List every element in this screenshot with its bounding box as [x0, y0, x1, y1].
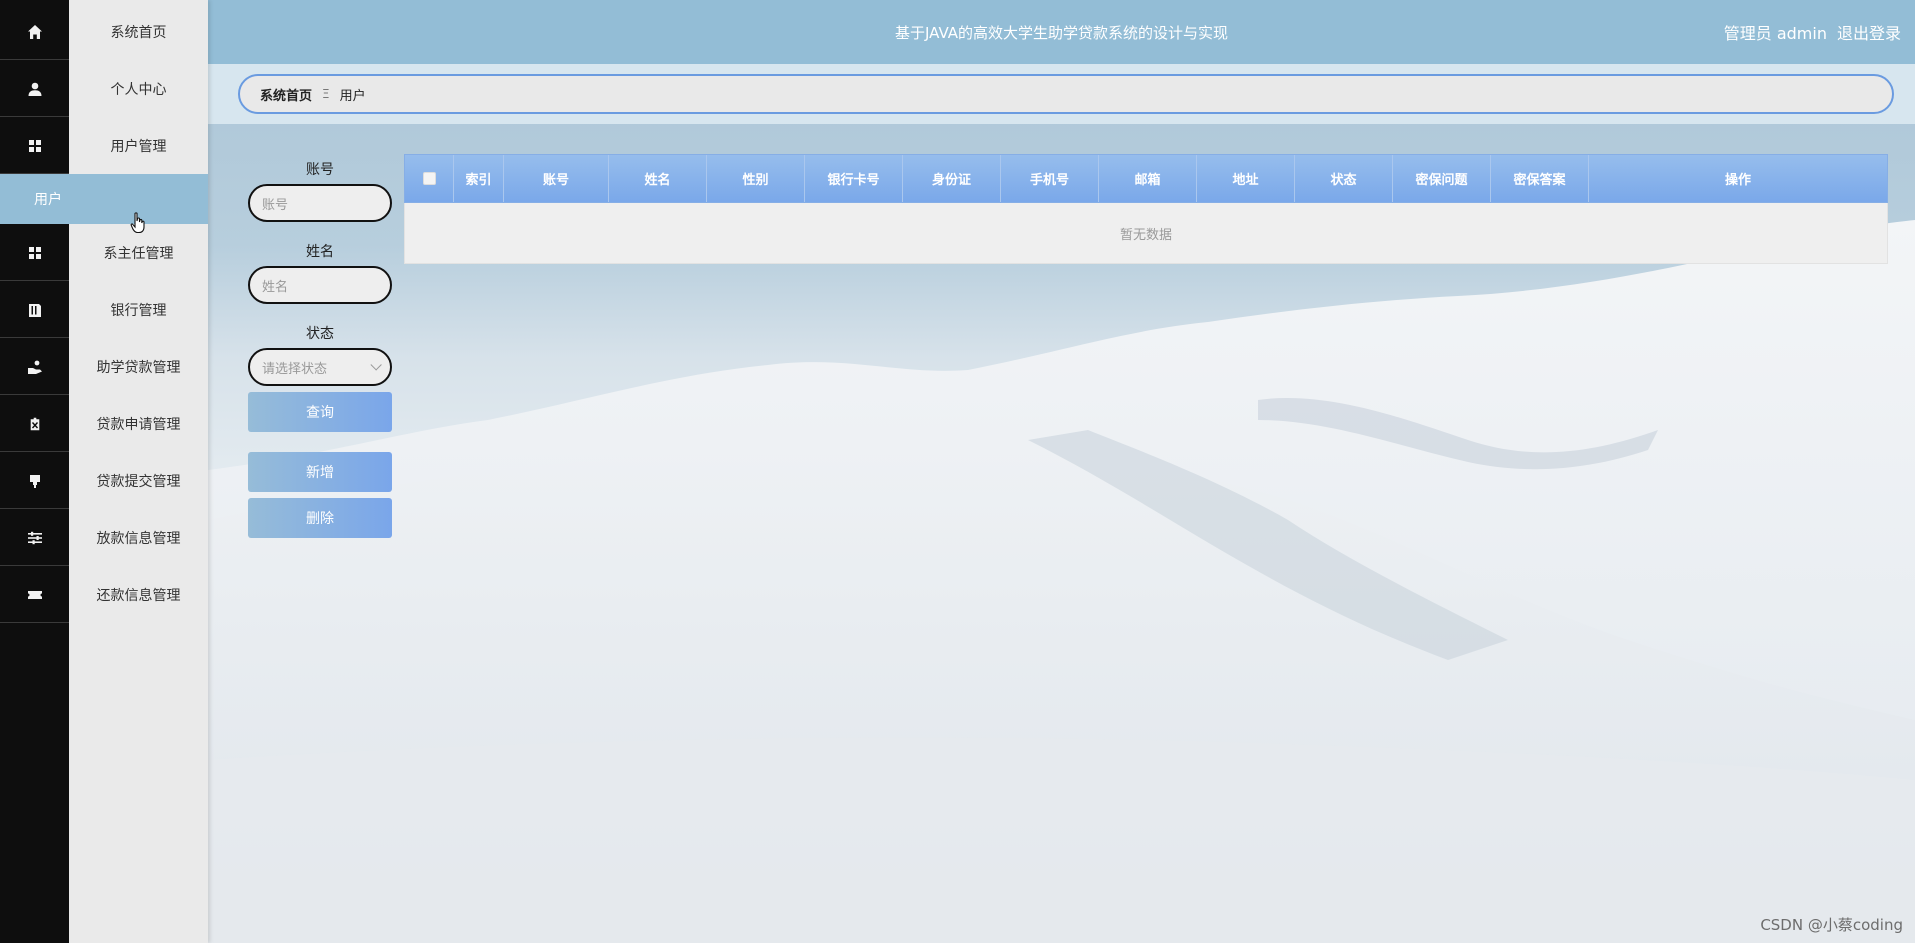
breadcrumb-home-link[interactable]: 系统首页: [260, 85, 312, 104]
sidebar-item-dept-head-management[interactable]: 系主任管理: [0, 225, 208, 281]
book-icon: [0, 282, 69, 338]
sidebar-item-home[interactable]: 系统首页: [0, 4, 208, 60]
column-header-index: 索引: [454, 155, 504, 202]
sliders-icon: [0, 510, 69, 566]
select-all-cell: [405, 155, 454, 202]
name-placeholder: 姓名: [262, 279, 289, 295]
status-placeholder: 请选择状态: [262, 361, 328, 377]
column-header-actions: 操作: [1724, 173, 1751, 188]
column-header-status: 状态: [1295, 155, 1393, 202]
query-button[interactable]: 查询: [248, 392, 392, 432]
table-header-row: 索引 账号 姓名 性别 银行卡号 身份证 手机号 邮箱 地址 状态 密保问题 密…: [404, 154, 1888, 203]
sidebar-item-profile[interactable]: 个人中心: [0, 61, 208, 117]
column-header-email: 邮箱: [1099, 155, 1197, 202]
home-icon: [0, 4, 69, 60]
sidebar-item-bank-management[interactable]: 银行管理: [0, 282, 208, 338]
column-header-gender: 性别: [707, 155, 805, 202]
app-title: 基于JAVA的高效大学生助学贷款系统的设计与实现: [894, 23, 1229, 42]
sidebar-item-student-loan-management[interactable]: 助学贷款管理: [0, 339, 208, 395]
sidebar-item-loan-application-management[interactable]: 贷款申请管理: [0, 396, 208, 452]
ticket-icon: [0, 567, 69, 623]
current-user-label: 管理员 admin: [1723, 24, 1827, 43]
column-header-address: 地址: [1197, 155, 1295, 202]
sidebar-item-label: 还款信息管理: [96, 588, 181, 604]
user-table: 索引 账号 姓名 性别 银行卡号 身份证 手机号 邮箱 地址 状态 密保问题 密…: [404, 154, 1888, 264]
select-all-checkbox[interactable]: [422, 172, 436, 185]
top-header-bar: 基于JAVA的高效大学生助学贷款系统的设计与实现 管理员 admin 退出登录: [208, 0, 1915, 64]
grid-icon: [0, 118, 69, 174]
sidebar-item-label: 个人中心: [110, 82, 167, 98]
breadcrumb-separator: Ξ: [322, 87, 330, 101]
status-label: 状态: [306, 326, 334, 342]
sidebar-item-label: 贷款提交管理: [96, 474, 181, 490]
sidebar-item-label: 系统首页: [110, 25, 167, 41]
column-header-name: 姓名: [609, 155, 707, 202]
account-label: 账号: [306, 162, 334, 178]
account-placeholder: 账号: [262, 197, 289, 213]
sidebar-subitem-label: 用户: [34, 192, 62, 208]
column-header-phone: 手机号: [1001, 155, 1099, 202]
stamp-icon: [0, 453, 69, 509]
column-header-account: 账号: [504, 155, 609, 202]
column-header-security-answer: 密保答案: [1491, 155, 1589, 202]
sidebar-item-disbursement-management[interactable]: 放款信息管理: [0, 510, 208, 566]
name-input[interactable]: 姓名: [248, 266, 392, 304]
sidebar: 系统首页 个人中心 用户管理 用户 系主任管理 银行管理 助学贷款管理 贷款申请…: [0, 0, 208, 943]
sidebar-item-user-management[interactable]: 用户管理: [0, 118, 208, 174]
sidebar-item-label: 银行管理: [110, 303, 167, 319]
sidebar-item-label: 贷款申请管理: [96, 417, 181, 433]
chevron-down-icon: [370, 359, 382, 371]
column-header-id-card: 身份证: [903, 155, 1001, 202]
user-area: 管理员 admin 退出登录: [1724, 0, 1901, 64]
column-header-security-question: 密保问题: [1393, 155, 1491, 202]
hand-cursor-icon: [130, 212, 145, 234]
search-panel: 账号 账号 姓名 姓名 状态 请选择状态 查询 新增 删除: [248, 160, 392, 538]
sidebar-subitem-user[interactable]: 用户: [0, 174, 208, 224]
hand-coin-icon: [0, 339, 69, 395]
person-icon: [0, 61, 69, 117]
account-input[interactable]: 账号: [248, 184, 392, 222]
sidebar-item-loan-submission-management[interactable]: 贷款提交管理: [0, 453, 208, 509]
column-header-bank-card: 银行卡号: [805, 155, 903, 202]
status-select[interactable]: 请选择状态: [248, 348, 392, 386]
table-empty-state: 暂无数据: [404, 203, 1888, 264]
grid-icon: [0, 225, 69, 281]
add-button[interactable]: 新增: [248, 452, 392, 492]
name-label: 姓名: [306, 244, 334, 260]
watermark: CSDN @小蔡coding: [1760, 916, 1903, 934]
clipboard-icon: [0, 396, 69, 452]
logout-button[interactable]: 退出登录: [1837, 20, 1901, 44]
delete-button[interactable]: 删除: [248, 498, 392, 538]
sidebar-item-label: 助学贷款管理: [96, 360, 181, 376]
breadcrumb: 系统首页 Ξ 用户: [238, 74, 1894, 114]
main-area: 基于JAVA的高效大学生助学贷款系统的设计与实现 管理员 admin 退出登录 …: [208, 0, 1915, 943]
sidebar-item-label: 放款信息管理: [96, 531, 181, 547]
breadcrumb-current: 用户: [339, 88, 366, 104]
sidebar-item-repayment-management[interactable]: 还款信息管理: [0, 567, 208, 623]
snow-mountain-background: [208, 0, 1915, 943]
sidebar-item-label: 用户管理: [110, 139, 167, 155]
